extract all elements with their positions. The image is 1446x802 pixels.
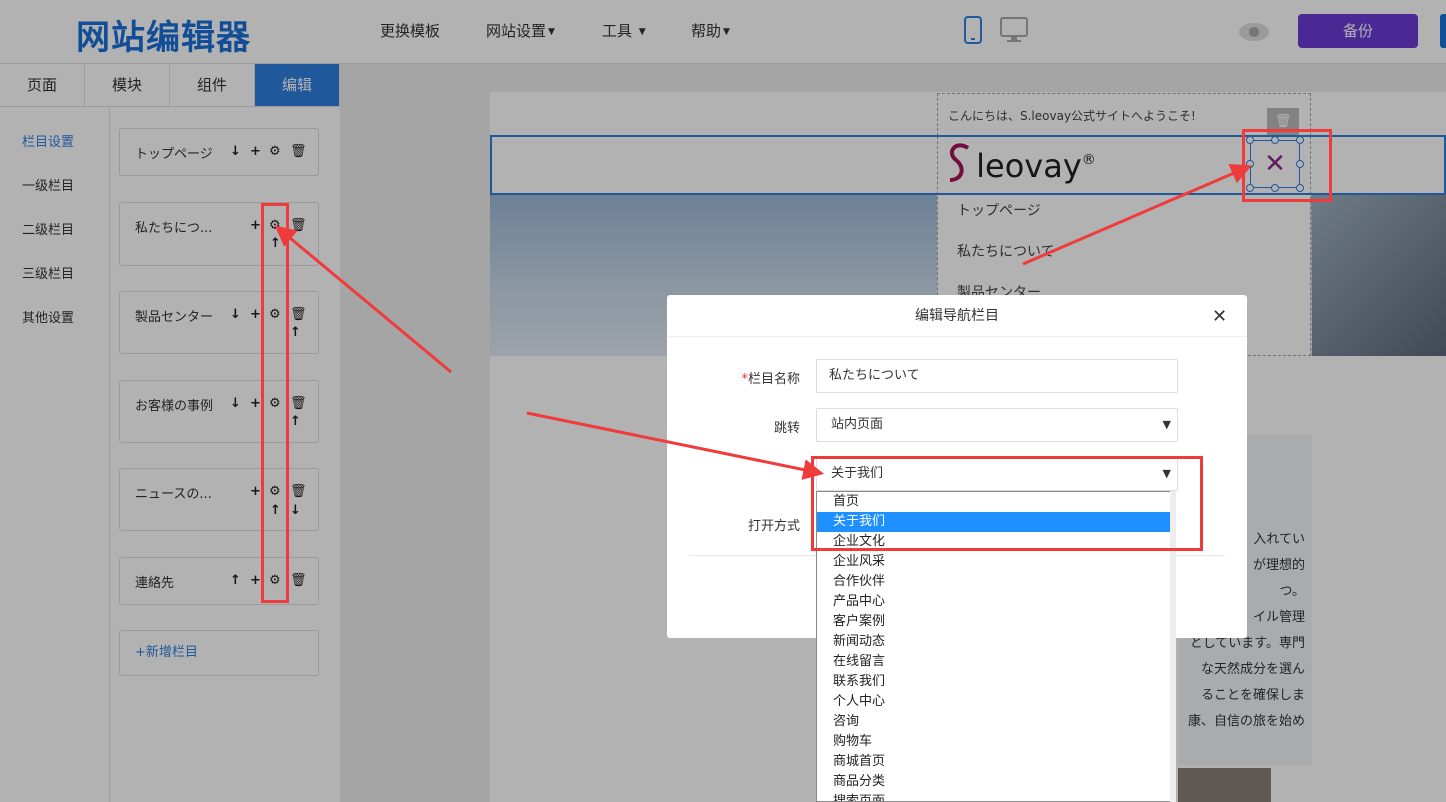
jump-type-select[interactable]: 站内页面 ▼: [816, 408, 1178, 442]
dropdown-option[interactable]: 个人中心: [817, 692, 1172, 712]
dropdown-option[interactable]: 搜索页面: [817, 792, 1172, 801]
dialog-title: 编辑导航栏目: [667, 295, 1247, 337]
dropdown-option[interactable]: 合作伙伴: [817, 572, 1172, 592]
dropdown-option[interactable]: 购物车: [817, 732, 1172, 752]
dropdown-option[interactable]: 商城首页: [817, 752, 1172, 772]
annotation-box-gears: [261, 203, 289, 603]
dropdown-option[interactable]: 新闻动态: [817, 632, 1172, 652]
dropdown-option[interactable]: 产品中心: [817, 592, 1172, 612]
annotation-box-close: [1242, 129, 1332, 202]
dropdown-option[interactable]: 在线留言: [817, 652, 1172, 672]
dropdown-option[interactable]: 商品分类: [817, 772, 1172, 792]
jump-type-value: 站内页面: [831, 417, 884, 432]
column-name-label: *栏目名称: [710, 368, 800, 387]
close-icon[interactable]: ✕: [1212, 306, 1227, 327]
dropdown-option[interactable]: 企业风采: [817, 552, 1172, 572]
open-mode-label: 打开方式: [747, 519, 800, 534]
dropdown-option[interactable]: 咨询: [817, 712, 1172, 732]
column-name-input[interactable]: 私たちについて: [816, 359, 1178, 393]
column-name-label-text: 栏目名称: [747, 372, 800, 387]
dropdown-option[interactable]: 客户案例: [817, 612, 1172, 632]
jump-label: 跳转: [773, 421, 800, 436]
dropdown-option[interactable]: 联系我们: [817, 672, 1172, 692]
annotation-box-dropdown: [811, 456, 1203, 551]
chevron-down-icon: ▼: [1162, 418, 1171, 431]
